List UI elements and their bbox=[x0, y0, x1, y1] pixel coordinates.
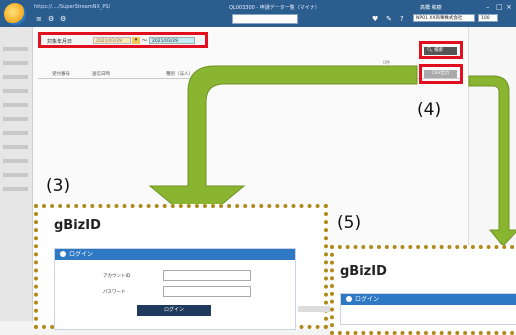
account-id-label: アカウントID bbox=[103, 274, 131, 279]
arrow-to-step5 bbox=[468, 75, 516, 247]
password-input[interactable] bbox=[163, 286, 251, 297]
horizontal-scrollbar[interactable] bbox=[298, 306, 330, 312]
step-3-label: (3) bbox=[46, 176, 71, 196]
login-header: ログイン bbox=[341, 294, 516, 305]
login-card: ログイン アカウントID パスワード ログイン bbox=[54, 248, 296, 330]
step-4-label: (4) bbox=[417, 100, 442, 120]
login-button[interactable]: ログイン bbox=[137, 305, 211, 316]
login-card: ログイン bbox=[340, 293, 516, 325]
gbizid-logo: gBizID bbox=[340, 264, 387, 279]
login-header-icon bbox=[60, 251, 66, 257]
step-5-label: (5) bbox=[337, 213, 362, 233]
login-header-label: ログイン bbox=[355, 296, 380, 303]
login-header-icon bbox=[346, 296, 352, 302]
arrow-to-step3 bbox=[148, 65, 418, 226]
login-header-label: ログイン bbox=[69, 251, 94, 258]
password-label: パスワード bbox=[103, 290, 126, 295]
account-id-input[interactable] bbox=[163, 270, 251, 281]
login-header: ログイン bbox=[55, 249, 295, 260]
gbizid-logo: gBizID bbox=[54, 218, 101, 233]
